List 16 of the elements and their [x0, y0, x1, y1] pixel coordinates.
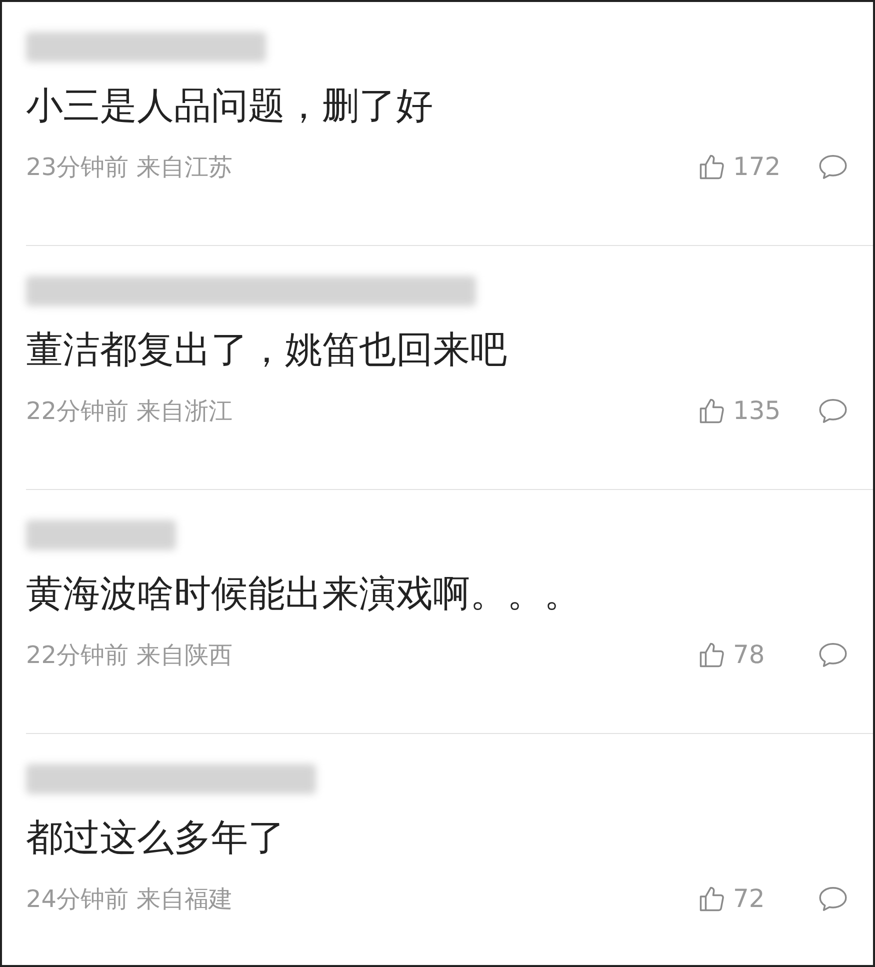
comment-text: 董洁都复出了，姚笛也回来吧: [26, 327, 508, 373]
comment-location: 来自福建: [136, 884, 233, 915]
comment-location: 来自浙江: [136, 396, 233, 427]
comment-time: 23分钟前: [26, 152, 129, 183]
comment-time: 24分钟前: [26, 884, 129, 915]
like-count: 172: [733, 151, 782, 183]
comment-time: 22分钟前: [26, 396, 129, 427]
comment-text: 黄海波啥时候能出来演戏啊。。。: [26, 571, 582, 617]
comment-time: 22分钟前: [26, 640, 129, 671]
comment-location: 来自陕西: [136, 640, 233, 671]
comment-text: 小三是人品问题，删了好: [26, 83, 434, 129]
like-count: 135: [733, 395, 782, 427]
like-count: 78: [733, 639, 766, 671]
comment-text: 都过这么多年了: [26, 815, 286, 861]
comment-location: 来自江苏: [136, 152, 233, 183]
like-count: 72: [733, 883, 766, 915]
